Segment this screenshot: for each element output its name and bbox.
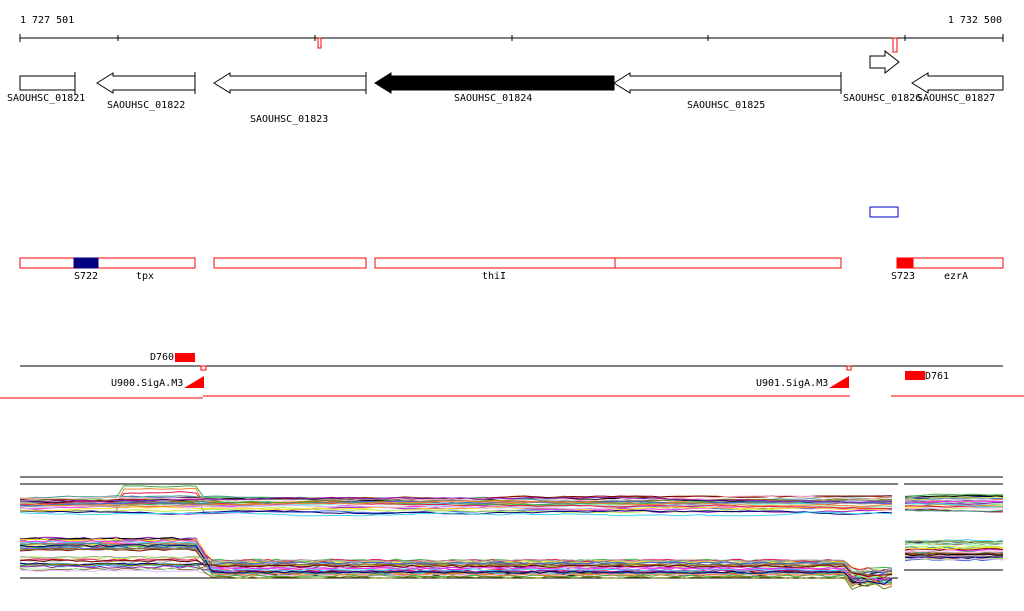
gene-arrow[interactable] (19, 72, 76, 91)
feature-D761-label: D761 (925, 371, 949, 382)
gene-arrow[interactable] (213, 72, 367, 94)
gene-SAOUHSC_01822[interactable]: SAOUHSC_01822 (96, 72, 196, 111)
feature-S722-block[interactable] (73, 257, 99, 269)
feature-box-blue[interactable] (869, 206, 899, 218)
gene-SAOUHSC_01826[interactable]: SAOUHSC_01826 (843, 49, 921, 104)
feature-S723-block[interactable] (896, 257, 914, 269)
feature-D761-block[interactable] (905, 371, 925, 380)
gene-name-thiI: thiI (482, 271, 506, 282)
promoter-U901-triangle[interactable] (829, 376, 849, 388)
gene-arrow-highlighted[interactable] (374, 72, 615, 94)
promoter-marker (200, 365, 207, 371)
promoter-marker (846, 365, 852, 371)
feature-S722-label: S722 (74, 271, 98, 282)
gene-name-tpx: tpx (136, 271, 154, 282)
gene-label: SAOUHSC_01821 (7, 93, 85, 104)
gene-arrow[interactable] (613, 72, 842, 94)
gene-SAOUHSC_01824[interactable]: SAOUHSC_01824 (374, 72, 615, 104)
expression-profile-track (19, 476, 1004, 591)
transcript-region[interactable] (374, 257, 616, 269)
gene-SAOUHSC_01825[interactable]: SAOUHSC_01825 (613, 72, 842, 111)
feature-D760-label: D760 (150, 352, 174, 363)
gene-arrow[interactable] (869, 49, 900, 75)
feature-D760-block[interactable] (175, 353, 195, 362)
gene-label: SAOUHSC_01823 (250, 114, 328, 125)
genome-browser-view: 1 727 501 1 732 500 SAOUHSC_01821 SAOUHS… (0, 15, 1024, 591)
gene-name-ezrA: ezrA (944, 271, 968, 282)
transcript-track: S722 tpx thiI S723 ezrA (19, 257, 1004, 282)
gene-label: SAOUHSC_01826 (843, 93, 921, 104)
ruler-marker (892, 37, 898, 53)
regulatory-track: D760 U900.SigA.M3 U901.SigA.M3 D761 (0, 352, 1024, 399)
ruler-marker (317, 37, 322, 49)
ruler-start-label: 1 727 501 (20, 15, 74, 26)
transcript-region[interactable] (19, 257, 196, 269)
gene-track: SAOUHSC_01821 SAOUHSC_01822 SAOUHSC_0182… (7, 49, 1004, 125)
gene-label: SAOUHSC_01827 (917, 93, 995, 104)
gene-label: SAOUHSC_01825 (687, 100, 765, 111)
gene-label: SAOUHSC_01822 (107, 100, 185, 111)
transcript-region[interactable] (213, 257, 367, 269)
gene-arrow[interactable] (96, 72, 196, 94)
coordinate-ruler: 1 727 501 1 732 500 (19, 15, 1004, 53)
gene-label: SAOUHSC_01824 (454, 93, 532, 104)
feature-S723-label: S723 (891, 271, 915, 282)
gene-SAOUHSC_01821[interactable]: SAOUHSC_01821 (7, 72, 85, 104)
gene-arrow[interactable] (911, 72, 1004, 94)
ruler-end-label: 1 732 500 (948, 15, 1002, 26)
promoter-U900-triangle[interactable] (184, 376, 204, 388)
promoter-U901-label: U901.SigA.M3 (756, 378, 828, 389)
transcript-region[interactable] (614, 257, 842, 269)
promoter-U900-label: U900.SigA.M3 (111, 378, 183, 389)
gene-SAOUHSC_01823[interactable]: SAOUHSC_01823 (213, 72, 367, 125)
gene-SAOUHSC_01827[interactable]: SAOUHSC_01827 (911, 72, 1004, 104)
